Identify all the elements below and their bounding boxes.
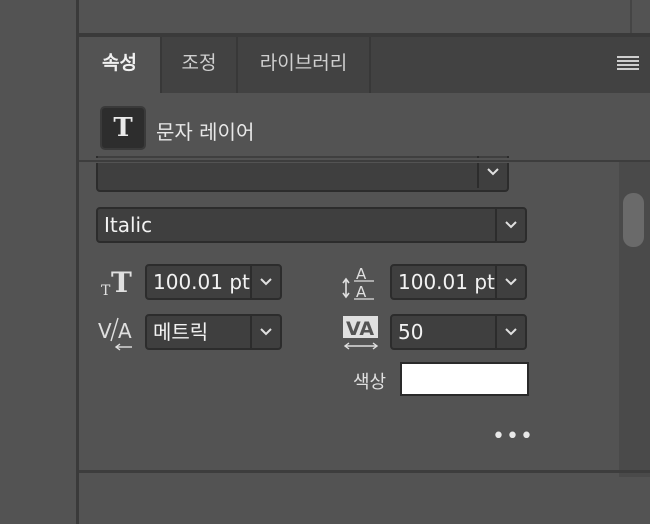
tab-label: 속성 (102, 52, 137, 74)
svg-text:A: A (356, 283, 367, 300)
color-label: 색상 (353, 372, 387, 393)
upper-panel (79, 0, 650, 33)
svg-text:VA: VA (346, 318, 374, 340)
upper-panel-divider (630, 0, 632, 33)
svg-text:A: A (356, 265, 367, 283)
hamburger-menu-icon[interactable] (617, 56, 639, 72)
color-swatch[interactable] (400, 362, 529, 396)
leading-value: 100.01 pt (398, 270, 495, 294)
leading-icon: A A (342, 264, 378, 300)
chevron-down-icon (495, 266, 525, 298)
tab-properties[interactable]: 속성 (79, 37, 162, 93)
tab-label: 조정 (181, 52, 217, 74)
svg-text:T: T (101, 283, 111, 298)
chevron-down-icon (250, 266, 280, 298)
left-pane (0, 0, 76, 524)
font-style-select[interactable]: Italic (96, 207, 527, 243)
header-separator-line (79, 160, 619, 162)
tab-label: 라이브러리 (259, 52, 348, 74)
font-style-value: Italic (104, 213, 153, 237)
svg-text:V: V (98, 319, 112, 343)
tracking-value: 50 (398, 320, 424, 344)
section-bottom-divider (79, 470, 650, 473)
tab-adjustments[interactable]: 조정 (162, 37, 238, 93)
layer-type-label: 문자 레이어 (156, 120, 255, 144)
chevron-down-icon (495, 316, 525, 348)
chevron-down-icon (250, 316, 280, 348)
tracking-icon: VA (342, 314, 380, 352)
kerning-icon: V A (98, 314, 136, 352)
kerning-select[interactable]: 메트릭 (145, 314, 282, 350)
more-options-button[interactable]: ••• (492, 424, 534, 449)
font-size-input[interactable]: 100.01 pt (145, 264, 282, 300)
leading-input[interactable]: 100.01 pt (390, 264, 527, 300)
kerning-value: 메트릭 (153, 320, 209, 344)
chevron-down-icon (495, 209, 525, 241)
svg-text:A: A (118, 319, 132, 343)
font-size-icon: T T (100, 266, 134, 298)
text-layer-icon: T (100, 106, 146, 150)
scrollbar-thumb[interactable] (623, 193, 644, 247)
tab-libraries[interactable]: 라이브러리 (238, 37, 371, 93)
svg-text:T: T (111, 266, 132, 298)
font-size-value: 100.01 pt (153, 270, 250, 294)
tracking-select[interactable]: 50 (390, 314, 527, 350)
